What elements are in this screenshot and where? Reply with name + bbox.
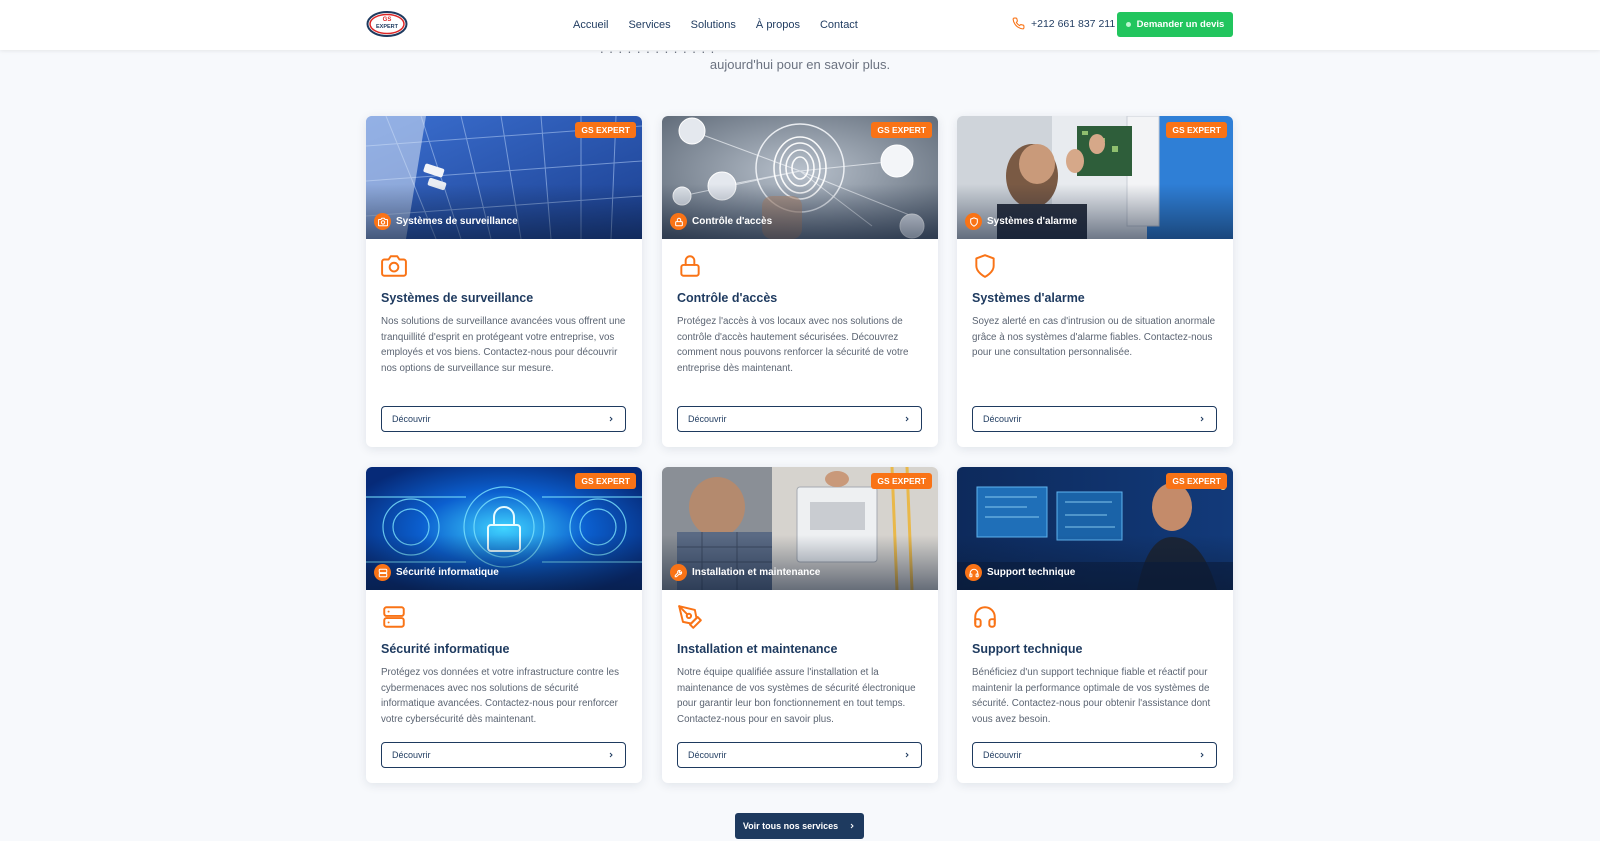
nav-services[interactable]: Services	[628, 19, 670, 31]
brand-badge: GS EXPERT	[871, 122, 932, 138]
discover-button[interactable]: Découvrir	[972, 742, 1217, 768]
chevron-right-icon	[1200, 752, 1204, 758]
request-quote-label: Demander un devis	[1136, 19, 1225, 30]
card-title: Systèmes de surveillance	[381, 291, 534, 305]
server-icon	[383, 606, 405, 628]
brand-badge: GS EXPERT	[1166, 473, 1227, 489]
dot-icon	[1125, 22, 1131, 27]
shield-icon	[965, 213, 982, 230]
tools-icon	[678, 605, 702, 629]
image-caption: Installation et maintenance	[670, 564, 820, 581]
discover-button[interactable]: Découvrir	[677, 406, 922, 432]
card-title: Sécurité informatique	[381, 642, 510, 656]
nav-contact[interactable]: Contact	[820, 19, 858, 31]
discover-button[interactable]: Découvrir	[972, 406, 1217, 432]
image-caption-text: Installation et maintenance	[692, 567, 821, 578]
service-card-installation: GS EXPERT Installation et maintenance In…	[662, 467, 938, 783]
card-description: Bénéficiez d'un support technique fiable…	[972, 667, 1211, 725]
phone-icon	[1012, 17, 1025, 30]
logo[interactable]: GS EXPERT	[366, 10, 408, 38]
brand-badge: GS EXPERT	[575, 473, 636, 489]
image-caption: Support technique	[965, 564, 1075, 581]
brand-badge: GS EXPERT	[575, 122, 636, 138]
cybersecurity-image: GS EXPERT Sécurité informatique	[366, 467, 642, 590]
alarm-image: GS EXPERT Systèmes d'alarme	[957, 116, 1233, 239]
brand-badge: GS EXPERT	[1166, 122, 1227, 138]
image-caption: Sécurité informatique	[374, 564, 499, 581]
nav-solutions[interactable]: Solutions	[691, 19, 736, 31]
lock-icon	[670, 213, 687, 230]
server-icon	[374, 564, 391, 581]
image-caption-text: Support technique	[987, 567, 1076, 578]
card-title: Systèmes d'alarme	[972, 291, 1085, 305]
intro-text: aujourd'hui pour en savoir plus.	[709, 57, 891, 72]
image-caption: Systèmes d'alarme	[965, 213, 1077, 230]
discover-button[interactable]: Découvrir	[381, 406, 626, 432]
discover-label: Découvrir	[392, 414, 431, 424]
card-description: Protégez l'accès à vos locaux avec nos s…	[677, 316, 909, 374]
nav-a-propos[interactable]: À propos	[756, 19, 800, 31]
phone-number: +212 661 837 211	[1031, 17, 1116, 30]
image-caption-text: Contrôle d'accès	[692, 216, 773, 227]
request-quote-button[interactable]: Demander un devis	[1117, 12, 1233, 37]
camera-icon	[374, 213, 391, 230]
chevron-right-icon	[905, 752, 909, 758]
chevron-right-icon	[905, 416, 909, 422]
card-title: Support technique	[972, 642, 1083, 656]
card-title: Contrôle d'accès	[677, 291, 778, 305]
surveillance-image: GS EXPERT Systèmes de surveillance	[366, 116, 642, 239]
svg-text:EXPERT: EXPERT	[376, 24, 399, 30]
site-header: GS EXPERT Accueil Services Solutions À p…	[0, 0, 1600, 50]
discover-label: Découvrir	[688, 750, 727, 760]
nav-accueil[interactable]: Accueil	[573, 19, 608, 31]
access-control-image: GS EXPERT Contrôle d'accès	[662, 116, 938, 239]
all-services-label: Voir tous nos services	[742, 821, 839, 831]
service-card-cybersecurity: GS EXPERT Sécurité informatique Sécurité…	[366, 467, 642, 783]
card-description: Protégez vos données et votre infrastruc…	[381, 667, 619, 725]
discover-label: Découvrir	[688, 414, 727, 424]
installation-image: GS EXPERT Installation et maintenance	[662, 467, 938, 590]
image-caption-text: Systèmes de surveillance	[396, 216, 518, 227]
shield-icon	[975, 254, 995, 278]
main-nav: Accueil Services Solutions À propos Cont…	[573, 0, 858, 50]
service-card-support: GS EXPERT Support technique Support tech…	[957, 467, 1233, 783]
discover-label: Découvrir	[983, 414, 1022, 424]
image-caption-text: Systèmes d'alarme	[987, 216, 1078, 227]
chevron-right-icon	[850, 823, 854, 829]
card-description: Soyez alerté en cas d'intrusion ou de si…	[972, 316, 1216, 358]
card-description: Notre équipe qualifiée assure l'installa…	[677, 667, 916, 725]
service-card-alarm: GS EXPERT Systèmes d'alarme Systèmes d'a…	[957, 116, 1233, 447]
headset-icon	[965, 564, 982, 581]
image-caption-text: Sécurité informatique	[396, 567, 499, 578]
service-card-surveillance: GS EXPERT Systèmes de surveillance Systè…	[366, 116, 642, 447]
chevron-right-icon	[609, 416, 613, 422]
discover-button[interactable]: Découvrir	[677, 742, 922, 768]
support-image: GS EXPERT Support technique	[957, 467, 1233, 590]
phone-link[interactable]: +212 661 837 211	[1012, 17, 1115, 30]
brand-badge: GS EXPERT	[871, 473, 932, 489]
headset-icon	[974, 606, 996, 628]
discover-button[interactable]: Découvrir	[381, 742, 626, 768]
discover-label: Découvrir	[392, 750, 431, 760]
discover-label: Découvrir	[983, 750, 1022, 760]
service-card-access-control: GS EXPERT Contrôle d'accès Contrôle d'ac…	[662, 116, 938, 447]
chevron-right-icon	[1200, 416, 1204, 422]
chevron-right-icon	[609, 752, 613, 758]
image-caption: Contrôle d'accès	[670, 213, 772, 230]
all-services-button[interactable]: Voir tous nos services	[735, 813, 864, 839]
card-title: Installation et maintenance	[677, 642, 838, 656]
image-caption: Systèmes de surveillance	[374, 213, 518, 230]
svg-text:GS: GS	[383, 17, 392, 23]
card-description: Nos solutions de surveillance avancées v…	[381, 316, 626, 374]
tools-icon	[670, 564, 687, 581]
camera-icon	[381, 255, 407, 277]
lock-icon	[680, 255, 700, 277]
